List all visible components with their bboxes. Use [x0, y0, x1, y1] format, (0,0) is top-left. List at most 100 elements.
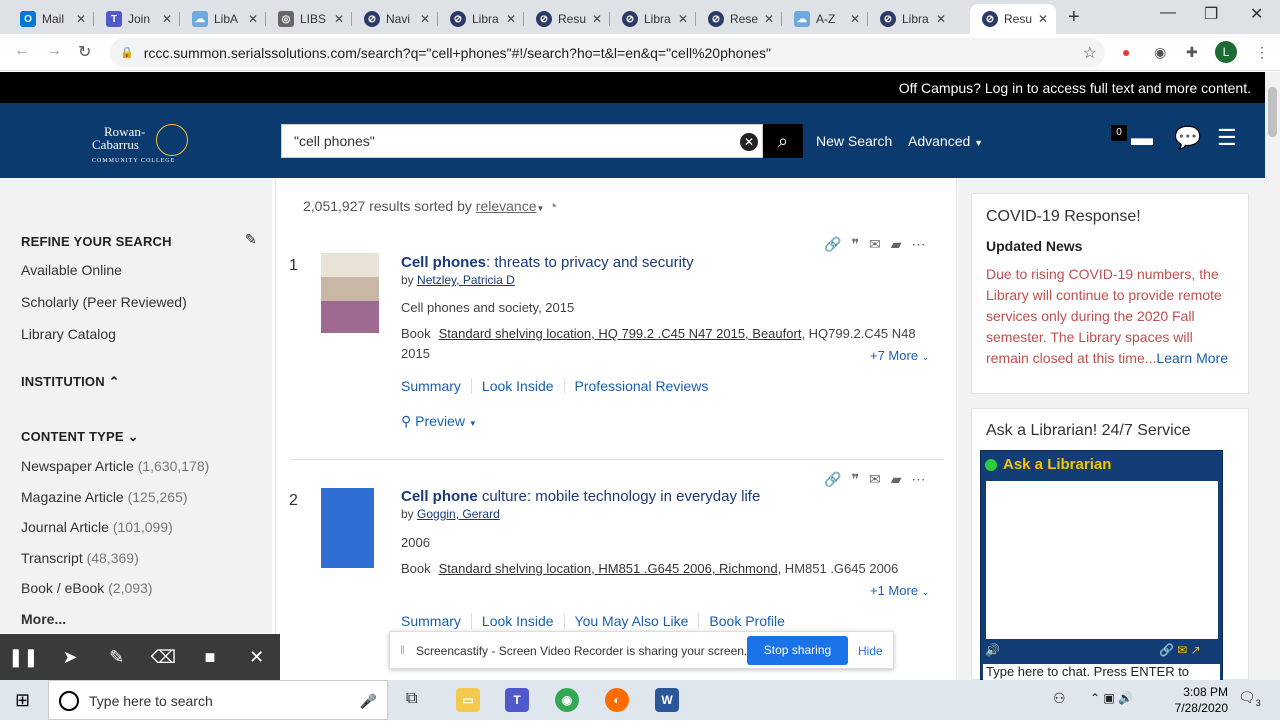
new-search-link[interactable]: New Search: [816, 133, 892, 149]
word-icon[interactable]: W: [655, 688, 679, 712]
close-icon[interactable]: ✕: [72, 12, 90, 26]
summary-link[interactable]: Summary: [401, 613, 471, 629]
author-link[interactable]: Goggin, Gerard: [417, 507, 500, 521]
stop-sharing-button[interactable]: Stop sharing: [747, 636, 848, 665]
close-icon[interactable]: ✕: [760, 12, 778, 26]
page-scrollbar[interactable]: [1265, 72, 1280, 680]
book-cover-image[interactable]: [321, 253, 379, 333]
browser-tab[interactable]: ⊘ Libra ✕: [868, 4, 954, 34]
facet-content-type[interactable]: Book / eBook (2,093): [21, 580, 153, 596]
sort-dropdown[interactable]: relevance: [476, 198, 537, 214]
search-input[interactable]: "cell phones" ✕: [281, 124, 763, 158]
tray-icons[interactable]: ⌃ ▣ 🔊: [1090, 691, 1133, 705]
eraser-icon[interactable]: ⌫: [140, 647, 187, 668]
email-icon[interactable]: ✉: [869, 236, 881, 253]
microphone-icon[interactable]: 🎤: [360, 681, 377, 721]
browser-tab[interactable]: ☁ A-Z ✕: [782, 4, 868, 34]
notifications-icon[interactable]: 🗨3: [1238, 689, 1261, 708]
rss-icon[interactable]: ◔: [548, 198, 557, 215]
preview-toggle[interactable]: ⚲ Preview ▼: [401, 413, 477, 430]
close-icon[interactable]: ✕: [588, 12, 606, 26]
facet-scholarly[interactable]: Scholarly (Peer Reviewed): [21, 294, 187, 310]
cite-icon[interactable]: ❞: [851, 236, 859, 253]
close-icon[interactable]: ✕: [233, 647, 280, 668]
browser-tab[interactable]: O Mail ✕: [8, 4, 94, 34]
result-title-link[interactable]: Cell phones: threats to privacy and secu…: [401, 254, 694, 271]
professional-reviews-link[interactable]: Professional Reviews: [563, 378, 719, 394]
restore-button[interactable]: ❐: [1204, 4, 1218, 24]
facet-content-type[interactable]: Journal Article (101,099): [21, 519, 173, 535]
scrollbar-thumb[interactable]: [1268, 87, 1277, 137]
book-cover-image[interactable]: [321, 488, 374, 568]
author-link[interactable]: Netzley, Patricia D: [417, 273, 515, 287]
avatar[interactable]: L: [1215, 41, 1237, 63]
taskbar-clock[interactable]: 3:08 PM 7/28/2020: [1162, 684, 1228, 716]
chat-bubbles-icon[interactable]: 💬: [1174, 125, 1201, 151]
college-logo[interactable]: Rowan- Cabarrus COMMUNITY COLLEGE: [92, 124, 188, 168]
search-button[interactable]: ⌕: [763, 124, 803, 158]
you-may-also-like-link[interactable]: You May Also Like: [563, 613, 699, 629]
back-button[interactable]: ←: [14, 42, 30, 60]
forward-button[interactable]: →: [46, 42, 62, 60]
reload-button[interactable]: ↻: [78, 42, 91, 62]
extension-icon[interactable]: ◉: [1154, 44, 1166, 61]
more-options-icon[interactable]: ⋯: [912, 236, 926, 253]
more-holdings-link[interactable]: +7 More ⌄: [870, 348, 929, 363]
close-icon[interactable]: ✕: [932, 12, 950, 26]
facet-content-type[interactable]: Newspaper Article (1,630,178): [21, 458, 209, 474]
pen-icon[interactable]: ✎: [93, 647, 140, 668]
screencastify-extension-icon[interactable]: ●: [1122, 44, 1130, 60]
sound-icon[interactable]: 🔊: [985, 643, 1000, 657]
more-holdings-link[interactable]: +1 More ⌄: [870, 583, 929, 598]
clear-search-icon[interactable]: ✕: [740, 133, 758, 151]
advanced-search-dropdown[interactable]: Advanced ▼: [908, 133, 983, 149]
cursor-icon[interactable]: ➤: [47, 647, 94, 668]
browser-tab-active[interactable]: ⊘ Resu ✕: [970, 4, 1056, 34]
close-icon[interactable]: ✕: [416, 12, 434, 26]
bookmark-star-icon[interactable]: ☆: [1083, 43, 1097, 63]
link-icon[interactable]: 🔗: [824, 471, 841, 488]
folder-icon[interactable]: ▬: [1131, 125, 1153, 151]
browser-tab[interactable]: ◎ LIBS ✕: [266, 4, 352, 34]
camera-icon[interactable]: ■: [187, 647, 234, 668]
facet-content-type[interactable]: Transcript (48,369): [21, 550, 139, 566]
close-icon[interactable]: ✕: [1034, 12, 1052, 26]
book-profile-link[interactable]: Book Profile: [698, 613, 794, 629]
teams-icon[interactable]: T: [505, 688, 529, 712]
browser-tab[interactable]: ⊘ Resu ✕: [524, 4, 610, 34]
close-icon[interactable]: ✕: [502, 12, 520, 26]
puzzle-icon[interactable]: ✚: [1186, 44, 1198, 61]
chat-input[interactable]: Type here to chat. Press ENTER to: [983, 664, 1220, 680]
file-explorer-icon[interactable]: ▭: [456, 688, 480, 712]
holding-location-link[interactable]: Standard shelving location, HM851 .G645 …: [439, 561, 778, 576]
browser-tab[interactable]: T Join ✕: [94, 4, 180, 34]
email-icon[interactable]: ✉: [869, 471, 881, 488]
more-options-icon[interactable]: ⋯: [912, 471, 926, 488]
pencil-icon[interactable]: ✎: [245, 231, 257, 248]
browser-tab[interactable]: ⊘ Navi ✕: [352, 4, 438, 34]
task-view-icon[interactable]: ⧉: [406, 690, 417, 708]
browser-tab[interactable]: ⊘ Libra ✕: [610, 4, 696, 34]
content-type-toggle[interactable]: CONTENT TYPE ⌄: [21, 429, 139, 445]
menu-kebab-icon[interactable]: ⋮: [1255, 44, 1269, 61]
facet-content-type[interactable]: Magazine Article (125,265): [21, 489, 188, 505]
people-icon[interactable]: ⚇: [1053, 690, 1066, 707]
taskbar-search[interactable]: Type here to search 🎤: [48, 680, 388, 720]
chrome-icon[interactable]: ◉: [555, 688, 579, 712]
more-facets-link[interactable]: More...: [21, 611, 66, 627]
learn-more-link[interactable]: Learn More: [1156, 350, 1228, 366]
result-title-link[interactable]: Cell phone culture: mobile technology in…: [401, 488, 760, 505]
hamburger-menu-icon[interactable]: ☰: [1217, 125, 1237, 151]
close-icon[interactable]: ✕: [846, 12, 864, 26]
link-icon[interactable]: 🔗: [824, 236, 841, 253]
institution-toggle[interactable]: INSTITUTION ⌃: [21, 374, 120, 390]
close-icon[interactable]: ✕: [674, 12, 692, 26]
window-close-button[interactable]: ✕: [1250, 4, 1263, 24]
chat-tools-icons[interactable]: 🔗 ✉ ↗: [1159, 643, 1201, 657]
off-campus-banner[interactable]: Off Campus? Log in to access full text a…: [0, 72, 1265, 103]
browser-tab[interactable]: ⊘ Rese ✕: [696, 4, 782, 34]
facet-library-catalog[interactable]: Library Catalog: [21, 326, 116, 342]
drag-handle-icon[interactable]: ‖: [400, 643, 405, 657]
new-tab-button[interactable]: +: [1068, 6, 1080, 29]
summary-link[interactable]: Summary: [401, 378, 471, 394]
